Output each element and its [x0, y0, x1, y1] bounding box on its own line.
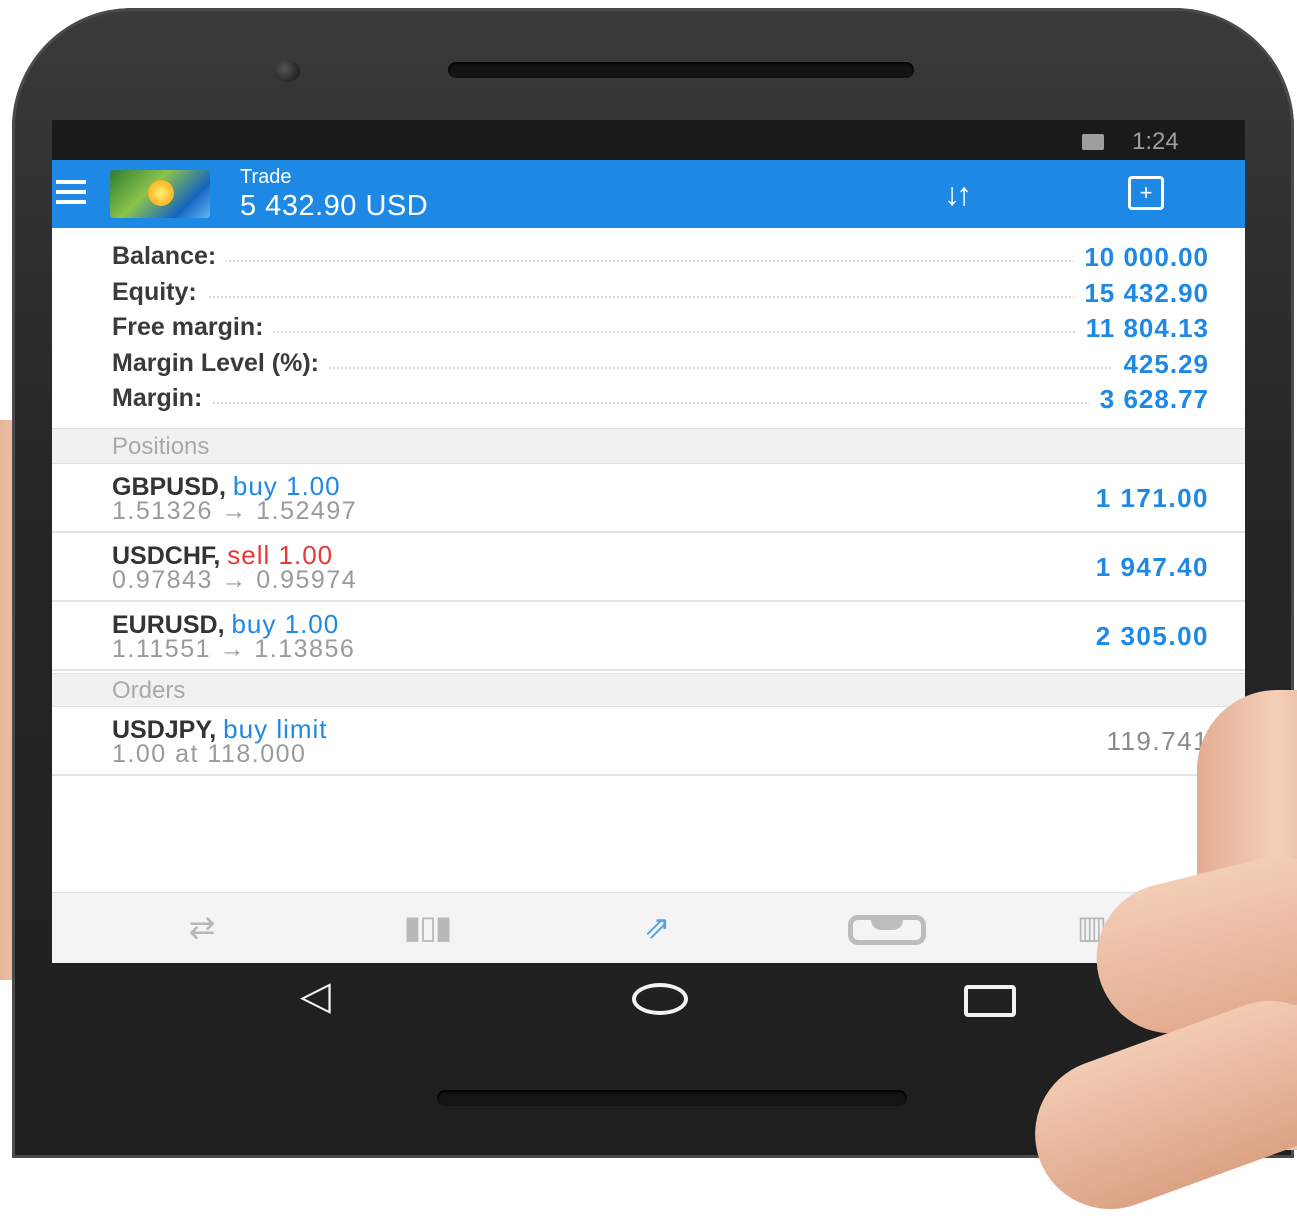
summary-row-margin-level: Margin Level (%): 425.29 — [52, 345, 1245, 381]
recents-button[interactable] — [964, 985, 1016, 1017]
bottom-speaker — [437, 1090, 907, 1106]
front-camera — [274, 60, 300, 82]
history-icon[interactable] — [848, 915, 926, 945]
quotes-icon[interactable]: ⇄ — [162, 907, 242, 947]
position-row[interactable]: USDCHF, sell 1.00 0.97843 → 0.95974 1 94… — [52, 534, 1245, 602]
status-bar: 1:24 — [52, 120, 1245, 160]
sort-icon[interactable]: ↓↑ — [944, 176, 972, 213]
position-prices: 0.97843 → 0.95974 — [112, 566, 358, 594]
order-row[interactable]: USDJPY, buy limit 1.00 at 118.000 119.74… — [52, 708, 1245, 776]
account-balance-title: 5 432.90 USD — [240, 190, 429, 222]
battery-icon — [1082, 134, 1104, 150]
back-button[interactable]: ◁ — [300, 973, 331, 1019]
summary-label: Balance: — [112, 242, 227, 271]
summary-row-balance: Balance: 10 000.00 — [52, 238, 1245, 274]
summary-row-equity: Equity: 15 432.90 — [52, 274, 1245, 310]
orders-section-header: Orders — [52, 673, 1245, 707]
position-prices: 1.11551 → 1.13856 — [112, 635, 356, 663]
bottom-navigation: ⇄ ▮▯▮ ⇗ ▥ — [52, 892, 1245, 963]
summary-label: Equity: — [112, 277, 207, 307]
trade-icon[interactable]: ⇗ — [612, 907, 702, 947]
summary-label: Free margin: — [112, 313, 274, 342]
new-order-icon[interactable]: + — [1128, 176, 1164, 210]
account-summary: Balance: 10 000.00 Equity: 15 432.90 Fre… — [52, 238, 1245, 416]
summary-value: 3 628.77 — [1089, 384, 1209, 415]
positions-section-header: Positions — [52, 428, 1245, 464]
summary-value: 15 432.90 — [1074, 277, 1209, 309]
summary-value: 11 804.13 — [1075, 313, 1209, 344]
position-row[interactable]: EURUSD, buy 1.00 1.11551 → 1.13856 2 305… — [52, 603, 1245, 671]
position-prices: 1.51326 → 1.52497 — [112, 497, 358, 525]
summary-label: Margin: — [112, 384, 213, 413]
summary-value: 10 000.00 — [1074, 242, 1209, 273]
charts-icon[interactable]: ▮▯▮ — [382, 907, 472, 947]
status-clock: 1:24 — [1132, 128, 1179, 155]
order-current-price: 119.741 — [1106, 726, 1209, 756]
summary-row-free-margin: Free margin: 11 804.13 — [52, 309, 1245, 345]
page-title: Trade — [240, 166, 292, 188]
position-profit: 1 171.00 — [1095, 483, 1209, 513]
earpiece-speaker — [448, 62, 914, 78]
summary-row-margin: Margin: 3 628.77 — [52, 380, 1245, 416]
app-logo-icon — [110, 170, 210, 218]
android-navigation-bar: ◁ — [52, 963, 1245, 1033]
position-profit: 2 305.00 — [1095, 621, 1209, 651]
order-details: 1.00 at 118.000 — [112, 740, 307, 768]
app-bar: Trade 5 432.90 USD ↓↑ + — [52, 160, 1245, 228]
home-button[interactable] — [632, 983, 688, 1015]
summary-label: Margin Level (%): — [112, 348, 329, 378]
menu-icon[interactable] — [56, 180, 86, 204]
phone-screen: 1:24 Trade 5 432.90 USD ↓↑ + Balance: 10… — [52, 120, 1245, 963]
summary-value: 425.29 — [1113, 348, 1209, 380]
position-row[interactable]: GBPUSD, buy 1.00 1.51326 → 1.52497 1 171… — [52, 465, 1245, 533]
position-profit: 1 947.40 — [1095, 552, 1209, 582]
